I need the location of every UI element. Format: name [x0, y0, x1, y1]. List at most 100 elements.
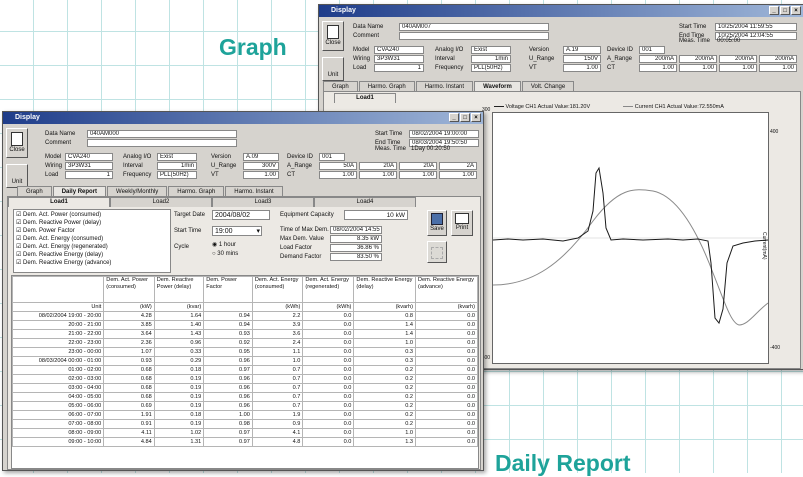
- table-cell: 1.07: [103, 347, 155, 357]
- unit-cell: (kvarh): [414, 302, 478, 312]
- table-cell: 4.28: [103, 311, 155, 321]
- table-cell: 0.97: [203, 365, 253, 375]
- table-row[interactable]: 03:00 - 04:00 0.68 0.19 0.96 0.7 0.0 0.2 0.0: [12, 383, 478, 393]
- checkbox-checked-icon: ☑: [16, 236, 24, 242]
- start-time-select[interactable]: 19:00 ▾: [212, 226, 262, 236]
- frequency-field: PLL(50Hz): [471, 64, 511, 72]
- table-header-row: Dem. Act. Power (consumed) Dem. Reactive …: [12, 276, 478, 303]
- table-row[interactable]: 04:00 - 05:00 0.68 0.19 0.96 0.7 0.0 0.2 0.0: [12, 392, 478, 402]
- waveform-plot: [492, 112, 769, 364]
- table-cell: 0.0: [414, 311, 478, 321]
- unit-button[interactable]: Unit: [322, 57, 344, 81]
- unit-cell: (kvarh): [353, 302, 416, 312]
- load-factor-field: 36.86 %: [330, 244, 382, 252]
- table-row[interactable]: 08:00 - 09:00 4.11 1.02 0.97 4.1 0.0 1.0 0.0: [12, 428, 478, 438]
- table-cell: 0.0: [302, 383, 355, 393]
- ct-field-1: 1.00: [639, 64, 677, 72]
- checklist-item[interactable]: ☑ Dem. Reactive Power (delay): [16, 219, 168, 227]
- minimize-button[interactable]: _: [769, 6, 779, 15]
- table-row[interactable]: 08/03/2004 00:00 - 01:00 0.93 0.29 0.96 1.0 0…: [12, 356, 478, 366]
- table-row[interactable]: 05:00 - 06:00 0.69 0.19 0.96 0.7 0.0 0.2 0.0: [12, 401, 478, 411]
- table-row[interactable]: 07:00 - 08:00 0.91 0.19 0.98 0.9 0.0 0.2 0.0: [12, 419, 478, 429]
- table-cell: 0.2: [353, 401, 416, 411]
- table-row[interactable]: 02:00 - 03:00 0.68 0.19 0.96 0.7 0.0 0.2 0.0: [12, 374, 478, 384]
- minimize-button[interactable]: _: [449, 113, 459, 122]
- table-cell: 0.18: [153, 410, 205, 420]
- table-cell: 03:00 - 04:00: [12, 383, 105, 393]
- table-cell: 0.94: [203, 311, 253, 321]
- chevron-down-icon: ▾: [256, 228, 260, 235]
- subtab-load4[interactable]: Load4: [314, 197, 416, 207]
- arange-field-3: 20A: [399, 162, 437, 170]
- table-row[interactable]: 22:00 - 23:00 2.36 0.96 0.92 2.4 0.0 1.0 0.0: [12, 338, 478, 348]
- checklist-item[interactable]: ☑ Dem. Reactive Energy (delay): [16, 251, 168, 259]
- table-row[interactable]: 09:00 - 10:00 4.84 1.31 0.97 4.8 0.0 1.3 0.0: [12, 437, 478, 447]
- maximize-button[interactable]: □: [460, 113, 470, 122]
- table-cell: 0.18: [153, 365, 205, 375]
- door-icon: [11, 132, 23, 146]
- demand-factor-field: 83.50 %: [330, 253, 382, 261]
- table-cell: 0.0: [414, 428, 478, 438]
- close-button[interactable]: Close: [6, 128, 28, 158]
- checklist-item[interactable]: ☑ Dem. Act. Energy (regenerated): [16, 243, 168, 251]
- table-cell: 0.0: [414, 347, 478, 357]
- table-row[interactable]: 21:00 - 22:00 3.64 1.43 0.93 3.6 0.0 1.4 0.0: [12, 329, 478, 339]
- checkbox-checked-icon: ☑: [16, 252, 24, 258]
- table-row[interactable]: 06:00 - 07:00 1.91 0.18 1.00 1.9 0.0 0.2 0.0: [12, 410, 478, 420]
- table-row[interactable]: 08/02/2004 19:00 - 20:00 4.28 1.64 0.94 2.2 0…: [12, 311, 478, 321]
- max-dem-value-label: Max Dem. Value: [280, 236, 324, 242]
- table-cell: 0.0: [414, 338, 478, 348]
- close-window-button[interactable]: ×: [471, 113, 481, 122]
- table-cell: 0.0: [302, 347, 355, 357]
- checklist-item[interactable]: ☑ Dem. Power Factor: [16, 227, 168, 235]
- subtab-load3[interactable]: Load3: [212, 197, 314, 207]
- frequency-label: Frequency: [123, 172, 152, 178]
- table-cell: 0.94: [203, 320, 253, 330]
- table-unit-row: Unit (kW) (kvar) (kWh) (kWh) (kvarh) (kvarh): [12, 302, 478, 312]
- table-cell: 0.2: [353, 365, 416, 375]
- table-cell: 0.19: [153, 419, 205, 429]
- table-cell: 0.96: [153, 338, 205, 348]
- arange-field-4: 2A: [439, 162, 477, 170]
- unit-button[interactable]: Unit: [6, 164, 28, 188]
- table-cell: 0.0: [302, 401, 355, 411]
- checklist-item[interactable]: ☑ Dem. Act. Energy (consumed): [16, 235, 168, 243]
- version-label: Version: [211, 154, 232, 160]
- close-window-button[interactable]: ×: [791, 6, 801, 15]
- table-cell: 0.0: [302, 392, 355, 402]
- data-name-label: Data Name: [353, 24, 384, 30]
- arange-field-3: 200mA: [719, 55, 757, 63]
- table-row[interactable]: 01:00 - 02:00 0.68 0.18 0.97 0.7 0.0 0.2 0.0: [12, 365, 478, 375]
- maximize-button[interactable]: □: [780, 6, 790, 15]
- subtab-load1[interactable]: Load1: [334, 93, 396, 103]
- target-date-picker[interactable]: 2004/08/02: [212, 210, 270, 220]
- checklist-item[interactable]: ☑ Dem. Reactive Energy (advance): [16, 259, 168, 267]
- table-cell: 0.2: [353, 419, 416, 429]
- table-cell: 4.84: [103, 437, 155, 447]
- checklist-item[interactable]: ☑ Dem. Act. Power (consumed): [16, 211, 168, 219]
- column-header: Dem. Act. Energy (consumed): [251, 276, 304, 303]
- start-time-field: 08/02/2004 19:00:00: [409, 130, 479, 138]
- table-cell: 0.93: [103, 356, 155, 366]
- version-label: Version: [529, 47, 550, 53]
- close-button[interactable]: Close: [322, 21, 344, 51]
- table-cell: 0.7: [251, 392, 304, 402]
- print-button[interactable]: Print: [451, 210, 473, 236]
- equipment-capacity-input[interactable]: 10 kW: [344, 210, 408, 220]
- table-row[interactable]: 23:00 - 00:00 1.07 0.33 0.95 1.1 0.0 0.3 0.0: [12, 347, 478, 357]
- table-cell: 0.0: [414, 392, 478, 402]
- table-cell: 0.29: [153, 356, 205, 366]
- table-cell: 0.0: [414, 365, 478, 375]
- table-row[interactable]: 20:00 - 21:00 3.85 1.40 0.94 3.9 0.0 1.4 0.0: [12, 320, 478, 330]
- save-button[interactable]: Save: [427, 210, 447, 236]
- cycle-radio-1hour[interactable]: ◉ 1 hour: [212, 241, 236, 249]
- daily-report-panel: Load1 Load2 Load3 Load4 ☑ Dem. Act. Powe…: [7, 196, 481, 470]
- subtab-load2[interactable]: Load2: [110, 197, 212, 207]
- table-cell: 1.0: [353, 428, 416, 438]
- subtab-load1[interactable]: Load1: [8, 197, 110, 207]
- table-cell: 0.7: [251, 401, 304, 411]
- disabled-button[interactable]: [427, 241, 447, 263]
- cycle-radio-30mins[interactable]: ○ 30 mins: [212, 250, 238, 258]
- device-id-label: Device ID: [607, 47, 634, 53]
- column-header: Dem. Act. Energy (regenerated): [302, 276, 355, 303]
